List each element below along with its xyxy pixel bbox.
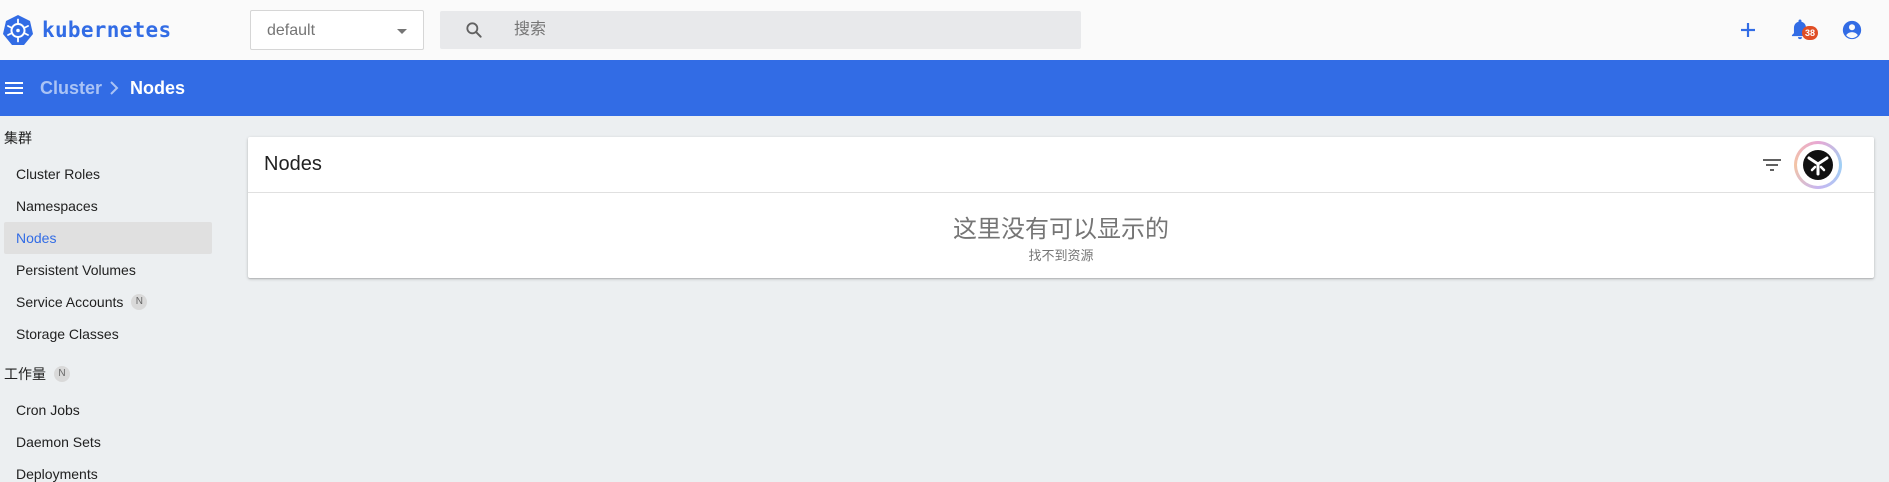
breadcrumb-current: Nodes — [130, 78, 186, 98]
sidebar-section-workloads[interactable]: 工作量 N — [4, 364, 70, 384]
sidebar-item-label: Cron Jobs — [16, 402, 80, 418]
sidebar-item-label: Persistent Volumes — [16, 262, 136, 278]
sidebar-item-label: Deployments — [16, 466, 98, 482]
search-input[interactable] — [514, 11, 1074, 49]
sidebar-item-cron-jobs[interactable]: Cron Jobs — [4, 394, 212, 426]
sidebar-item-persistent-volumes[interactable]: Persistent Volumes — [4, 254, 212, 286]
notification-count-badge: 38 — [1802, 26, 1818, 40]
breadcrumb-cluster-link[interactable]: Cluster — [40, 78, 102, 99]
empty-state-subtitle: 找不到资源 — [1028, 249, 1094, 264]
brand[interactable]: kubernetes — [2, 12, 171, 48]
sidebar-item-namespaces[interactable]: Namespaces — [4, 190, 212, 222]
empty-state-title: 这里没有可以显示的 — [953, 215, 1169, 243]
sidebar-item-service-accounts[interactable]: Service Accounts N — [4, 286, 212, 318]
sidebar-item-label: Nodes — [16, 230, 57, 246]
sidebar-item-storage-classes[interactable]: Storage Classes — [4, 318, 212, 350]
search-icon — [466, 22, 482, 38]
notifications-button[interactable]: 38 — [1784, 14, 1818, 46]
section-label: 集群 — [4, 130, 32, 146]
sidebar-item-cluster-roles[interactable]: Cluster Roles — [4, 158, 212, 190]
filter-icon[interactable] — [1760, 153, 1784, 177]
sidebar-item-label: Daemon Sets — [16, 434, 101, 450]
account-circle-icon — [1842, 20, 1862, 40]
ai-assistant-button[interactable] — [1794, 141, 1842, 189]
sidebar-item-deployments[interactable]: Deployments — [4, 458, 212, 482]
sidebar-item-label: Storage Classes — [16, 326, 119, 342]
menu-icon[interactable] — [4, 78, 24, 98]
ai-assistant-icon — [1803, 150, 1833, 180]
top-bar: kubernetes default 38 — [0, 0, 1889, 60]
card-header: Nodes — [248, 137, 1874, 193]
section-label: 工作量 — [4, 366, 46, 382]
sidebar-section-cluster[interactable]: 集群 — [4, 128, 32, 148]
account-button[interactable] — [1836, 14, 1868, 46]
chevron-down-icon — [397, 29, 407, 34]
namespace-value: default — [267, 22, 316, 39]
brand-name: kubernetes — [42, 18, 172, 42]
sidebar-item-label: Service Accounts — [16, 294, 124, 310]
card-title: Nodes — [264, 153, 322, 175]
namespace-select[interactable]: default — [250, 10, 424, 50]
sidebar-item-nodes[interactable]: Nodes — [4, 222, 212, 254]
namespaced-badge: N — [54, 366, 70, 382]
namespaced-badge: N — [131, 294, 148, 310]
kubernetes-logo-icon — [3, 15, 33, 45]
add-button[interactable] — [1732, 14, 1764, 46]
sidebar-item-label: Namespaces — [16, 198, 98, 214]
sidebar-item-daemon-sets[interactable]: Daemon Sets — [4, 426, 212, 458]
nodes-card: Nodes 这里没有可以显示的 找不到资源 — [248, 137, 1874, 278]
sidebar-item-label: Cluster Roles — [16, 166, 101, 182]
breadcrumb-bar: Cluster Nodes — [0, 60, 1889, 116]
sidebar: 集群 Cluster Roles Namespaces Nodes Persis… — [0, 116, 215, 482]
chevron-right-icon — [110, 81, 119, 95]
plus-icon — [1741, 23, 1755, 37]
search-bar — [440, 11, 1081, 49]
